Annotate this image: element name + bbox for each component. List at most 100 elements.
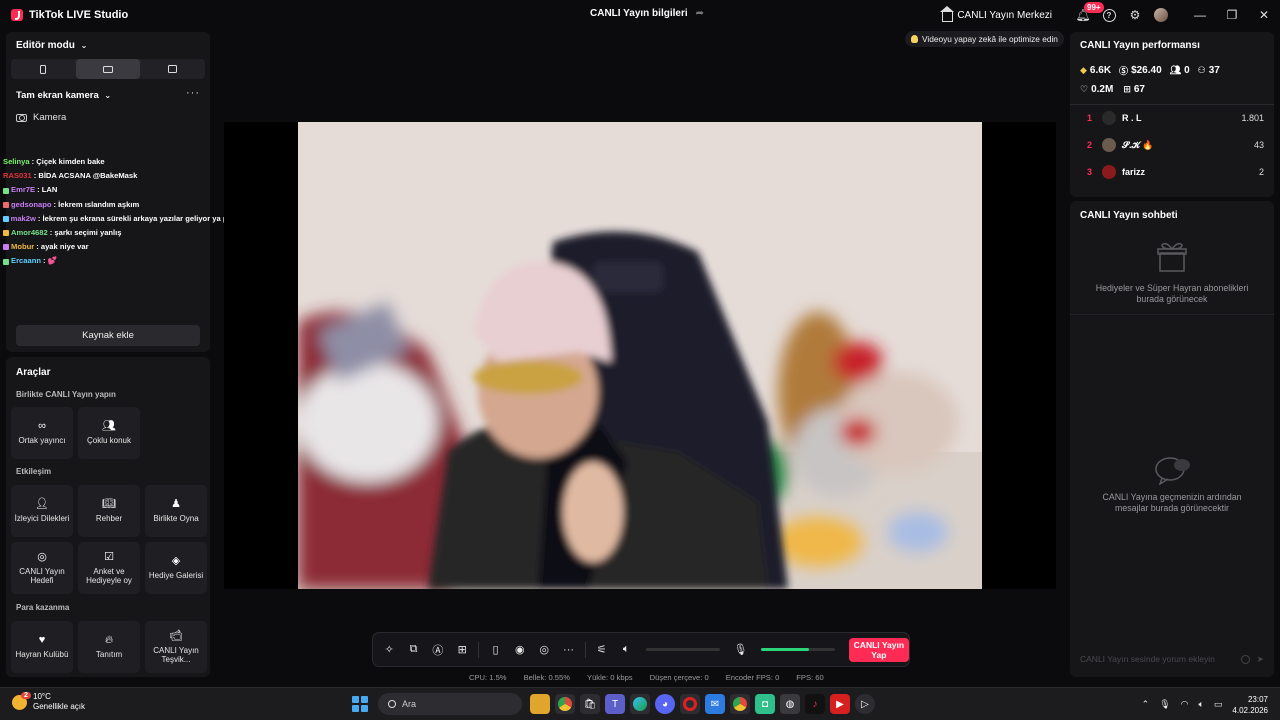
chat-username: Mobur bbox=[11, 242, 35, 252]
teams-icon[interactable]: T bbox=[605, 694, 625, 714]
followers-stat: ⚇ 37 bbox=[1198, 64, 1220, 77]
tool-play-together[interactable]: ♟ Birlikte Oyna bbox=[145, 485, 207, 537]
live-center-button[interactable]: CANLI Yayın Merkezi bbox=[940, 6, 1052, 22]
send-icon[interactable]: ➤ bbox=[1256, 654, 1264, 665]
weather-badge: 2 bbox=[21, 691, 31, 699]
microphone-icon[interactable]: 🎙︎ bbox=[1159, 699, 1170, 710]
live-info-title: CANLI Yayın bilgileri bbox=[590, 8, 688, 19]
tool-co-host[interactable]: ∞ Ortak yayıncı bbox=[11, 407, 73, 459]
earnings-stat: Ⓢ $26.40 bbox=[1119, 64, 1162, 77]
opera-icon[interactable] bbox=[680, 694, 700, 714]
chat-input-placeholder: CANLI Yayın sesinde yorum ekleyin bbox=[1080, 654, 1215, 664]
taskbar-clock[interactable]: 23:07 4.02.2026 bbox=[1232, 694, 1268, 716]
chevron-down-icon: ⌄ bbox=[104, 91, 112, 100]
ranking-row[interactable]: 3 farizz 2 bbox=[1070, 162, 1274, 182]
rotate-mode-button[interactable] bbox=[140, 59, 205, 79]
gifts-empty-message: Hediyeler ve Süper Hayran abonelikleri b… bbox=[1095, 283, 1249, 304]
discord-icon[interactable]: ◕ bbox=[655, 694, 675, 714]
ai-icon[interactable]: Ⓐ bbox=[426, 632, 450, 667]
screenshot-icon[interactable]: ◎ bbox=[532, 632, 556, 667]
go-live-button[interactable]: CANLI Yayın Yap bbox=[848, 637, 910, 662]
live-chat-title: CANLI Yayın sohbeti bbox=[1080, 210, 1178, 221]
share-icon[interactable]: ➦ bbox=[696, 8, 704, 19]
scene-dropdown[interactable]: Tam ekran kamera ⌄ bbox=[16, 90, 111, 101]
mic-volume-slider[interactable] bbox=[760, 648, 835, 651]
close-button[interactable]: ✕ bbox=[1248, 0, 1280, 30]
obs-icon[interactable]: ◍ bbox=[780, 694, 800, 714]
ranking-row[interactable]: 1 R . L 1.801 bbox=[1070, 108, 1274, 128]
tool-multi-guest[interactable]: 👥︎ Çoklu konuk bbox=[78, 407, 140, 459]
tool-promote[interactable]: 🔥︎ Tanıtım bbox=[78, 621, 140, 673]
memory-usage: Bellek: 0.55% bbox=[523, 673, 570, 682]
add-source-button[interactable]: Kaynak ekle bbox=[16, 325, 200, 346]
ranking-row[interactable]: 2 𝓢.𝓚 🔥 43 bbox=[1070, 135, 1274, 155]
tool-viewer-wishes[interactable]: 👤︎ İzleyici Dilekleri bbox=[11, 485, 73, 537]
settings-button[interactable]: ⚙ bbox=[1122, 0, 1148, 30]
record-icon[interactable]: ◉ bbox=[508, 632, 532, 667]
live-info-link[interactable]: CANLI Yayın bilgileri ➦ bbox=[590, 8, 704, 19]
help-button[interactable]: ? bbox=[1096, 0, 1122, 30]
landscape-mode-button[interactable] bbox=[75, 59, 141, 79]
tiktok-icon[interactable]: ♪ bbox=[805, 694, 825, 714]
help-icon: ? bbox=[1102, 8, 1116, 22]
tool-gift-gallery[interactable]: ◈ Hediye Galerisi bbox=[145, 542, 207, 594]
stream-controls-bar: ✧ ⧉ Ⓐ ⊞ ▯ ◉ ◎ ··· ⚟ 🔈︎ 🎙︎ CANLI Yayın Ya… bbox=[372, 632, 910, 667]
editor-mode-dropdown[interactable]: Editör modu ⌄ bbox=[16, 40, 87, 51]
chrome-icon[interactable] bbox=[555, 694, 575, 714]
android-icon[interactable]: ◘ bbox=[755, 694, 775, 714]
tool-label: Tanıtım bbox=[95, 650, 123, 660]
speaker-volume-slider[interactable] bbox=[646, 648, 721, 651]
tool-label: Hediye Galerisi bbox=[148, 571, 204, 581]
mic-volume-fill bbox=[760, 648, 809, 651]
notifications-button[interactable]: 🔔︎ 99+ bbox=[1070, 0, 1104, 30]
profile-button[interactable] bbox=[1148, 0, 1174, 30]
audio-settings-icon[interactable]: ⚟ bbox=[590, 632, 614, 667]
add-layer-icon[interactable]: ⊞ bbox=[450, 632, 474, 667]
source-camera[interactable]: Kamera bbox=[16, 112, 66, 123]
chevron-up-icon[interactable]: ⌃ bbox=[1142, 699, 1150, 710]
magic-wand-icon[interactable]: ✧ bbox=[377, 632, 401, 667]
ai-optimize-label: Videoyu yapay zekâ ile optimize edin bbox=[922, 34, 1058, 44]
mail-icon[interactable]: ✉ bbox=[705, 694, 725, 714]
tool-live-goal[interactable]: ◎ CANLI Yayın Hedefi bbox=[11, 542, 73, 594]
rank-username: R . L bbox=[1122, 113, 1142, 123]
effects-icon[interactable]: ⧉ bbox=[401, 632, 425, 667]
emoji-icon[interactable] bbox=[1241, 654, 1251, 664]
chat-input[interactable]: CANLI Yayın sesinde yorum ekleyin ➤ bbox=[1076, 649, 1268, 669]
media-player-icon[interactable]: ▷ bbox=[855, 694, 875, 714]
microphone-icon[interactable]: 🎙︎ bbox=[728, 632, 752, 667]
chrome-alt-icon[interactable] bbox=[730, 694, 750, 714]
phone-icon[interactable]: ▯ bbox=[483, 632, 507, 667]
youtube-icon[interactable]: ▶ bbox=[830, 694, 850, 714]
speaker-icon[interactable]: 🔈︎ bbox=[614, 632, 638, 667]
edge-icon[interactable] bbox=[630, 694, 650, 714]
avatar bbox=[1102, 138, 1116, 152]
tool-live-incentive[interactable]: 📹︎ CANLI Yayın Teşvik... bbox=[145, 621, 207, 673]
minimize-button[interactable]: — bbox=[1184, 0, 1216, 30]
weather-widget[interactable]: 2 10°C Genellikle açık bbox=[12, 691, 85, 712]
taskbar-search[interactable]: Ara bbox=[378, 693, 522, 715]
tool-label: İzleyici Dilekleri bbox=[14, 514, 70, 524]
tool-fan-club[interactable]: ♥ Hayran Kulübü bbox=[11, 621, 73, 673]
section-title: Etkileşim bbox=[16, 467, 52, 476]
battery-icon[interactable]: ▭ bbox=[1214, 699, 1223, 710]
tool-poll[interactable]: ☑ Anket ve Hediyeyle oy bbox=[78, 542, 140, 594]
chat-text: : şarkı seçimi yanlış bbox=[49, 228, 122, 238]
gift-gallery-icon: ◈ bbox=[171, 555, 181, 568]
ai-optimize-button[interactable]: Videoyu yapay zekâ ile optimize edin bbox=[905, 31, 1064, 47]
tools-panel: Araçlar Birlikte CANLI Yayın yapın ∞ Ort… bbox=[6, 357, 210, 677]
followers-value: 37 bbox=[1208, 65, 1220, 76]
portrait-mode-button[interactable] bbox=[11, 59, 76, 79]
heart-icon: ♥ bbox=[38, 634, 46, 647]
maximize-button[interactable]: ❐ bbox=[1216, 0, 1248, 30]
rank-number: 3 bbox=[1086, 167, 1092, 177]
chat-username: Selinya bbox=[3, 157, 30, 166]
store-icon[interactable]: 🛍︎ bbox=[580, 694, 600, 714]
more-options-icon[interactable]: ··· bbox=[556, 632, 580, 667]
more-options-icon[interactable]: ··· bbox=[186, 87, 200, 99]
start-button[interactable] bbox=[352, 696, 368, 712]
volume-icon[interactable]: 🔈︎ bbox=[1198, 699, 1203, 710]
file-explorer-icon[interactable] bbox=[530, 694, 550, 714]
wifi-icon[interactable]: ◠ bbox=[1181, 699, 1189, 710]
tool-guide[interactable]: 📖︎ Rehber bbox=[78, 485, 140, 537]
